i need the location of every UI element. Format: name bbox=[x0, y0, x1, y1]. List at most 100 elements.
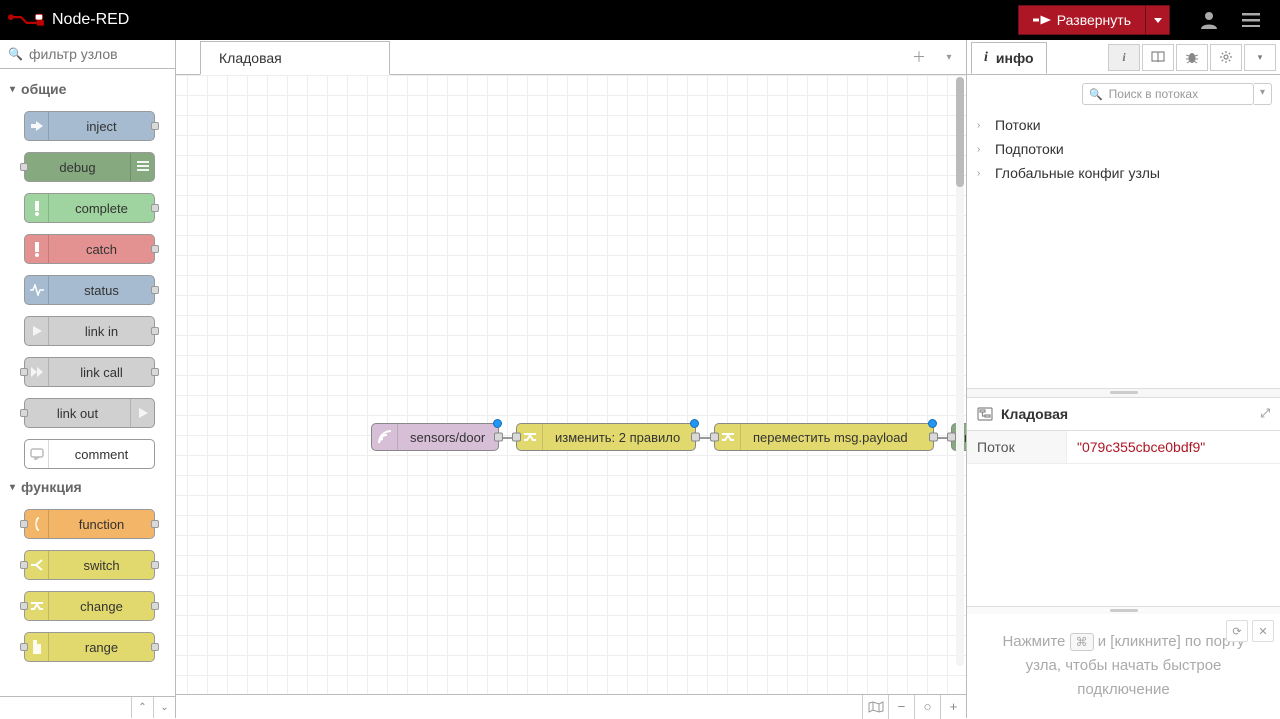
info-sidebar: i инфо i ▾ 🔍 Поиск в потоках ▾ › Потоки bbox=[966, 40, 1280, 718]
sidebar-btn-debug[interactable] bbox=[1176, 44, 1208, 71]
sidebar-btn-info[interactable]: i bbox=[1108, 44, 1140, 71]
main-menu-button[interactable] bbox=[1230, 0, 1272, 40]
palette-category-common[interactable]: ▾ общие bbox=[0, 77, 175, 101]
change-icon bbox=[30, 599, 44, 613]
app-header: Node-RED Развернуть bbox=[0, 0, 1280, 40]
detail-value: "079c355cbce0bdf9" bbox=[1067, 431, 1215, 463]
tip-close-button[interactable]: ✕ bbox=[1252, 620, 1274, 642]
palette-node-catch[interactable]: catch bbox=[24, 234, 155, 264]
node-output-port[interactable] bbox=[691, 433, 700, 442]
sidebar-tab-info[interactable]: i инфо bbox=[971, 42, 1047, 74]
chevron-right-icon: › bbox=[977, 168, 987, 179]
chevron-right-icon: › bbox=[977, 120, 987, 131]
deploy-menu-caret[interactable] bbox=[1146, 5, 1170, 35]
zoom-out-button[interactable]: − bbox=[888, 695, 914, 719]
chevron-down-icon: ▾ bbox=[10, 482, 15, 493]
sidebar-btn-more[interactable]: ▾ bbox=[1244, 44, 1276, 71]
deploy-icon bbox=[1033, 14, 1051, 26]
node-port bbox=[151, 602, 159, 610]
sidebar-flow-header: Кладовая ⤢ bbox=[967, 398, 1280, 431]
flow-node-mqtt-in[interactable]: sensors/door bbox=[371, 423, 499, 451]
palette-node-inject[interactable]: inject bbox=[24, 111, 155, 141]
tree-item-global-config[interactable]: › Глобальные конфиг узлы bbox=[975, 161, 1272, 185]
palette-node-status[interactable]: status bbox=[24, 275, 155, 305]
node-port bbox=[151, 245, 159, 253]
node-port bbox=[151, 643, 159, 651]
mqtt-icon bbox=[378, 430, 392, 444]
deploy-button[interactable]: Развернуть bbox=[1018, 5, 1146, 35]
info-icon: i bbox=[1122, 50, 1125, 65]
workspace: Кладовая ＋ ▾ sensors/door bbox=[176, 40, 966, 718]
flow-node-change-2[interactable]: переместить msg.payload bbox=[714, 423, 934, 451]
node-port bbox=[20, 602, 28, 610]
palette-node-debug[interactable]: debug bbox=[24, 152, 155, 182]
palette-node-link-in[interactable]: link in bbox=[24, 316, 155, 346]
sidebar-splitter-bottom[interactable] bbox=[967, 606, 1280, 614]
node-port bbox=[151, 204, 159, 212]
flow-node-change-1[interactable]: изменить: 2 правило bbox=[516, 423, 696, 451]
circle-icon: ○ bbox=[923, 699, 931, 714]
palette-node-range[interactable]: range bbox=[24, 632, 155, 662]
node-input-port[interactable] bbox=[710, 433, 719, 442]
range-icon bbox=[31, 640, 43, 654]
add-flow-button[interactable]: ＋ bbox=[906, 44, 932, 70]
comment-icon bbox=[30, 448, 44, 460]
palette-filter-input[interactable] bbox=[29, 46, 167, 62]
node-port bbox=[151, 561, 159, 569]
sidebar-btn-help[interactable] bbox=[1142, 44, 1174, 71]
node-input-port[interactable] bbox=[947, 433, 956, 442]
flow-canvas[interactable]: sensors/door изменить: 2 правило перемес… bbox=[176, 75, 966, 694]
change-icon bbox=[523, 430, 537, 444]
flow-tab-active[interactable]: Кладовая bbox=[200, 41, 390, 75]
palette-node-comment[interactable]: comment bbox=[24, 439, 155, 469]
sidebar-search[interactable]: 🔍 Поиск в потоках bbox=[1082, 83, 1254, 105]
palette-node-change[interactable]: change bbox=[24, 591, 155, 621]
node-output-port[interactable] bbox=[494, 433, 503, 442]
sidebar-splitter[interactable] bbox=[967, 388, 1280, 398]
catch-icon bbox=[34, 241, 40, 257]
palette-collapse-button[interactable]: ⌃ bbox=[131, 697, 153, 718]
book-icon bbox=[1151, 51, 1165, 63]
canvas-scrollbar[interactable] bbox=[956, 77, 964, 666]
menu-icon bbox=[1242, 13, 1260, 27]
palette-node-switch[interactable]: switch bbox=[24, 550, 155, 580]
user-icon bbox=[1201, 11, 1217, 29]
sidebar-btn-config[interactable] bbox=[1210, 44, 1242, 71]
expand-icon[interactable]: ⤢ bbox=[1260, 406, 1270, 421]
node-port bbox=[20, 368, 28, 376]
nodered-logo-icon bbox=[8, 10, 44, 30]
user-menu-button[interactable] bbox=[1188, 0, 1230, 40]
palette-category-function[interactable]: ▾ функция bbox=[0, 475, 175, 499]
palette-expand-button[interactable]: ⌄ bbox=[153, 697, 175, 718]
tip-refresh-button[interactable]: ⟳ bbox=[1226, 620, 1248, 642]
tree-item-subflows[interactable]: › Подпотоки bbox=[975, 137, 1272, 161]
node-port bbox=[151, 286, 159, 294]
node-port bbox=[151, 520, 159, 528]
node-changed-indicator bbox=[690, 419, 699, 428]
switch-icon bbox=[30, 558, 44, 572]
palette-node-link-call[interactable]: link call bbox=[24, 357, 155, 387]
node-port bbox=[20, 643, 28, 651]
sidebar-tip: ⟳ ✕ Нажмите ⌘ и [кликните] по порту узла… bbox=[967, 614, 1280, 718]
palette-node-link-out[interactable]: link out bbox=[24, 398, 155, 428]
inject-icon bbox=[30, 119, 44, 133]
link-in-icon bbox=[31, 325, 43, 337]
node-output-port[interactable] bbox=[929, 433, 938, 442]
caret-down-icon: ▾ bbox=[946, 52, 951, 63]
palette-search[interactable]: 🔍 bbox=[0, 40, 175, 69]
zoom-in-button[interactable]: + bbox=[940, 695, 966, 719]
zoom-reset-button[interactable]: ○ bbox=[914, 695, 940, 719]
plus-icon: + bbox=[950, 699, 958, 714]
flow-list-button[interactable]: ▾ bbox=[936, 44, 962, 70]
status-icon bbox=[30, 284, 44, 296]
node-input-port[interactable] bbox=[512, 433, 521, 442]
palette-node-complete[interactable]: complete bbox=[24, 193, 155, 223]
sidebar-search-options[interactable]: ▾ bbox=[1254, 83, 1272, 105]
navigator-button[interactable] bbox=[862, 695, 888, 719]
tree-item-flows[interactable]: › Потоки bbox=[975, 113, 1272, 137]
palette-node-function[interactable]: function bbox=[24, 509, 155, 539]
refresh-icon: ⟳ bbox=[1232, 626, 1241, 638]
minus-icon: − bbox=[898, 699, 906, 714]
debug-icon bbox=[137, 160, 149, 174]
search-icon: 🔍 bbox=[1089, 88, 1103, 101]
